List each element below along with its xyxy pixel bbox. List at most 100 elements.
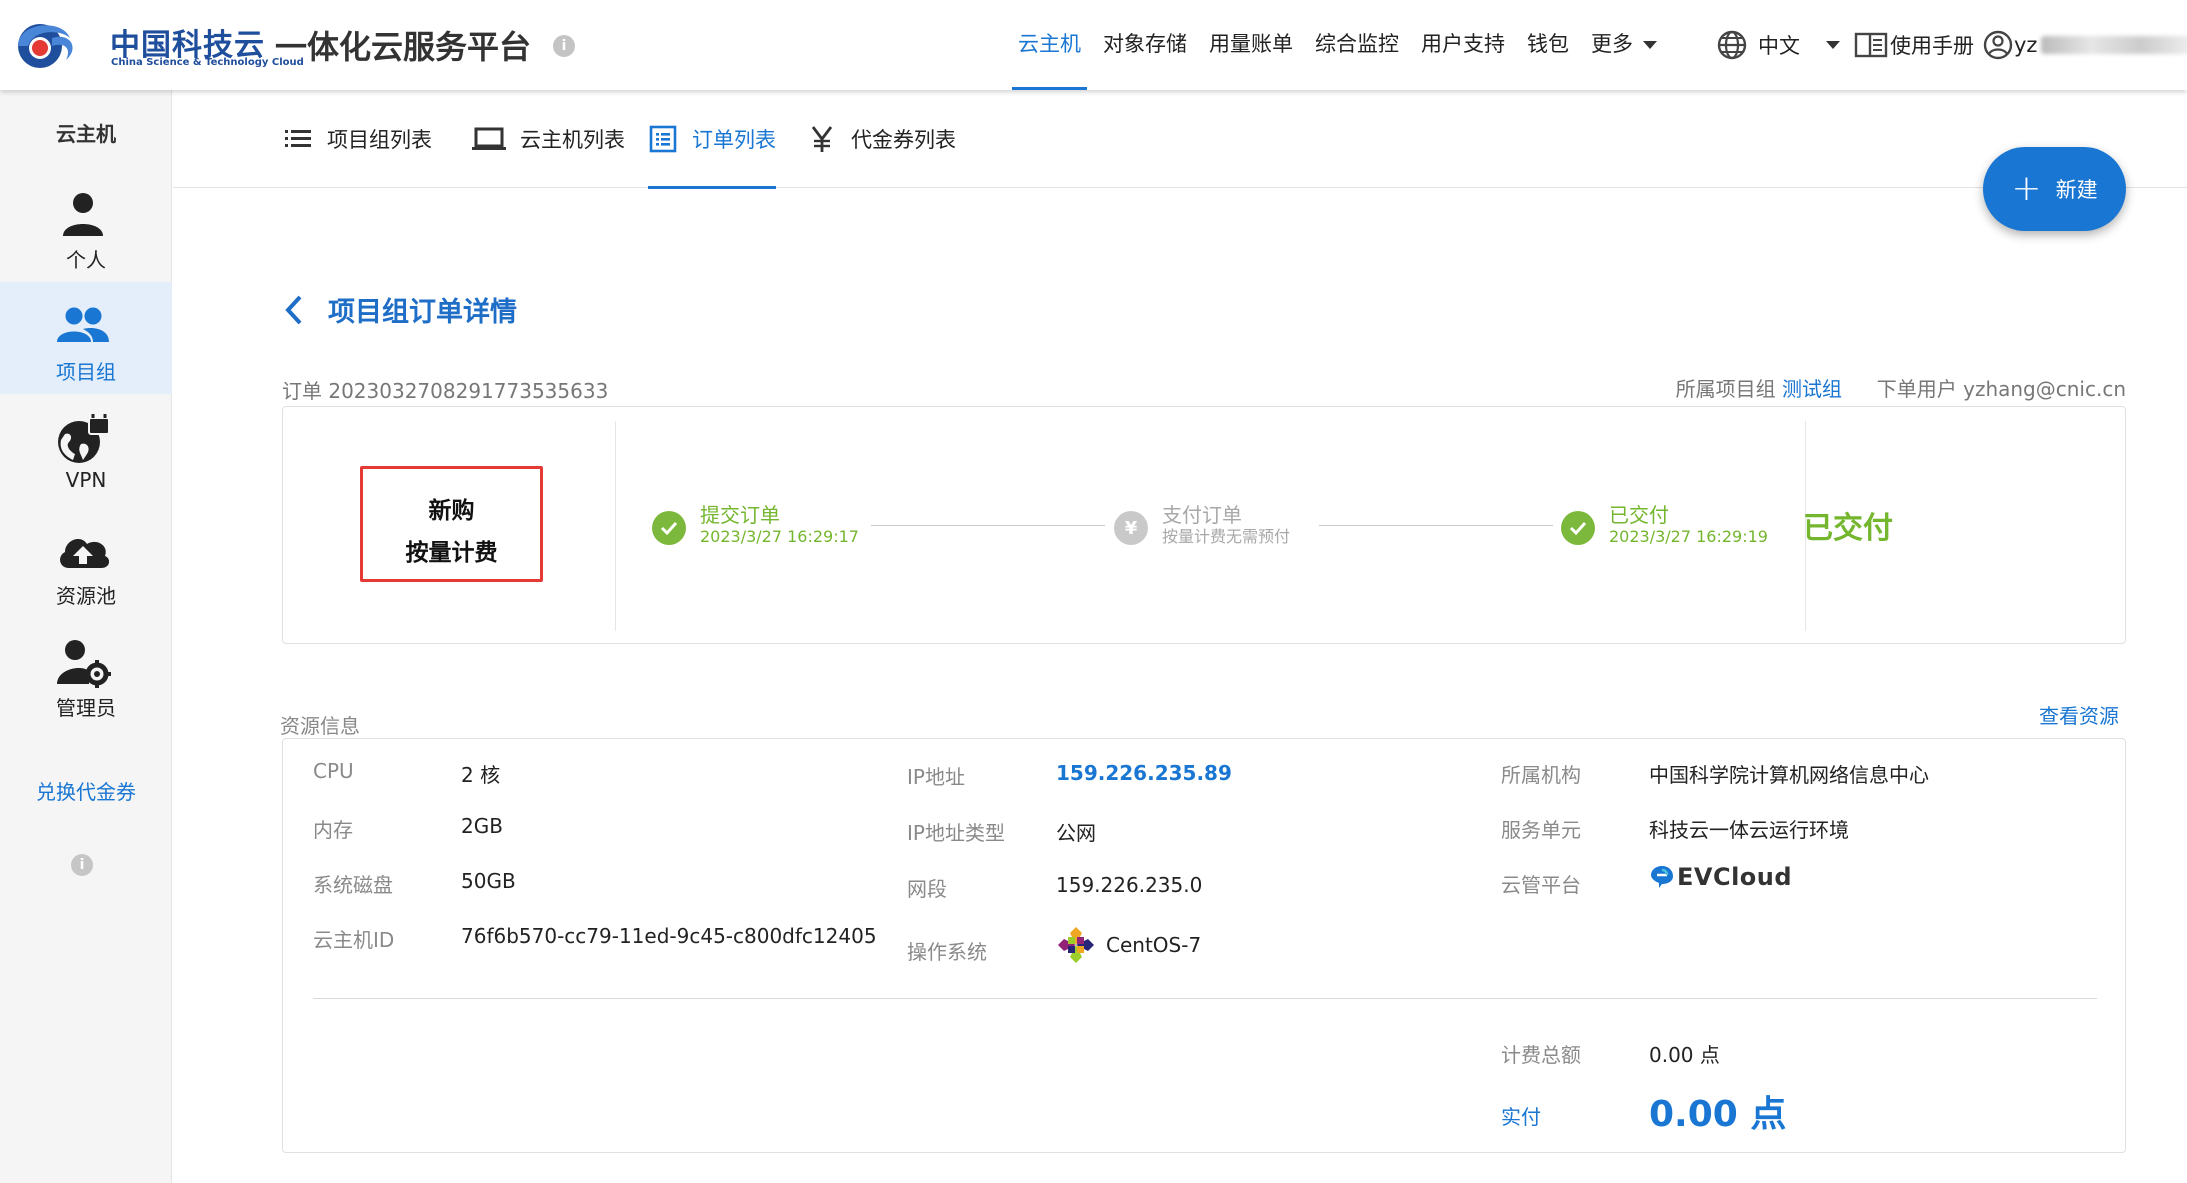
cloud-platform-label: 云管平台: [1501, 873, 1581, 897]
cpu-label: CPU: [313, 759, 354, 783]
order-number: 订单 2023032708291773535633: [282, 375, 608, 404]
tab-cloud-host-list[interactable]: 云主机列表: [472, 90, 625, 188]
os-name: CentOS-7: [1106, 933, 1202, 957]
host-id-label: 云主机ID: [313, 928, 395, 952]
cloud-upload-icon: [60, 538, 110, 568]
nav-more[interactable]: 更多: [1591, 0, 1657, 90]
organization-value: 中国科学院计算机网络信息中心: [1649, 763, 1929, 787]
manual-link[interactable]: 使用手册: [1854, 0, 1974, 90]
orderer-label: 下单用户: [1876, 377, 1957, 401]
manual-label: 使用手册: [1890, 34, 1974, 58]
segment-label: 网段: [907, 877, 947, 901]
step-title: 支付订单: [1162, 503, 1242, 527]
yen-circle-icon: ¥: [1114, 511, 1148, 545]
sidebar-item-label: 资源池: [56, 584, 116, 608]
service-unit-value: 科技云一体云运行环境: [1649, 818, 1849, 842]
plus-icon: +: [2011, 168, 2042, 209]
order-number-value: 2023032708291773535633: [328, 379, 609, 403]
sidebar-item-resource-pool[interactable]: 资源池: [0, 506, 172, 618]
info-icon[interactable]: i: [553, 35, 575, 57]
total-fee-label: 计费总额: [1501, 1043, 1581, 1067]
user-menu[interactable]: yz: [1982, 0, 2187, 90]
nav-monitoring[interactable]: 综合监控: [1315, 0, 1399, 90]
paid-label: 实付: [1501, 1105, 1541, 1129]
sidebar-item-label: 项目组: [56, 360, 116, 384]
sidebar-item-label: 个人: [66, 248, 106, 272]
chevron-down-icon: [1643, 41, 1657, 49]
divider: [615, 421, 616, 631]
redeem-voucher-link[interactable]: 兑换代金券: [0, 776, 172, 805]
order-status: 已交付: [1803, 511, 1893, 546]
tab-label: 项目组列表: [327, 128, 432, 152]
language-label: 中文: [1758, 34, 1800, 58]
sidebar: 云主机 个人 项目组 VPN 资源池 管理员 兑换代金券 i: [0, 90, 172, 1183]
step-connector: [871, 525, 1105, 526]
os-value: CentOS-7: [1056, 925, 1201, 965]
globe-icon: [1717, 30, 1747, 60]
view-resource-link[interactable]: 查看资源: [2039, 700, 2119, 729]
tab-voucher-list[interactable]: 代金券列表: [807, 90, 956, 188]
check-circle-icon: [652, 511, 686, 545]
book-icon: [1854, 32, 1888, 58]
memory-label: 内存: [313, 818, 353, 842]
cloud-platform-value: EVCloud: [1649, 863, 1792, 891]
sidebar-item-vpn[interactable]: VPN: [0, 394, 172, 506]
centos-icon: [1058, 927, 1094, 963]
order-meta: 所属项目组 测试组 下单用户 yzhang@cnic.cn: [1676, 373, 2126, 402]
tab-project-group-list[interactable]: 项目组列表: [283, 90, 432, 188]
nav-cloud-host[interactable]: 云主机: [1012, 0, 1087, 90]
sidebar-item-project-group[interactable]: 项目组: [0, 282, 172, 394]
sidebar-item-label: 管理员: [56, 696, 116, 720]
system-disk-value: 50GB: [461, 869, 516, 893]
chevron-left-icon: [285, 295, 302, 324]
sub-tabs: 项目组列表 云主机列表 订单列表 代金券列表: [173, 90, 2187, 189]
sidebar-item-admin[interactable]: 管理员: [0, 618, 172, 730]
nav-user-support[interactable]: 用户支持: [1421, 0, 1505, 90]
language-selector[interactable]: 中文: [1716, 0, 1840, 90]
create-button[interactable]: + 新建: [1983, 147, 2126, 231]
main-nav: 云主机 对象存储 用量账单 综合监控 用户支持 钱包 更多: [1012, 0, 1679, 90]
account-circle-icon: [1983, 30, 2013, 60]
evcloud-logo-icon: [1651, 866, 1673, 888]
vpn-icon: [58, 414, 110, 463]
divider: [313, 998, 2097, 999]
resource-section-title: 资源信息: [280, 714, 360, 738]
os-label: 操作系统: [907, 940, 987, 964]
service-unit-label: 服务单元: [1501, 818, 1581, 842]
top-header: 中国科技云 China Science & Technology Cloud 一…: [0, 0, 2187, 90]
project-group-link[interactable]: 测试组: [1782, 377, 1842, 401]
tab-label: 云主机列表: [520, 128, 625, 152]
laptop-icon: [472, 127, 506, 150]
order-type: 新购: [428, 498, 475, 524]
nav-usage-bill[interactable]: 用量账单: [1209, 0, 1293, 90]
ip-value[interactable]: 159.226.235.89: [1056, 761, 1232, 785]
order-status-card: 新购 按量计费 提交订单 2023/3/27 16:29:17 ¥ 支付订单 按…: [282, 406, 2126, 644]
check-circle-icon: [1561, 511, 1595, 545]
nav-wallet[interactable]: 钱包: [1527, 0, 1569, 90]
project-group-label: 所属项目组: [1675, 377, 1776, 401]
system-disk-label: 系统磁盘: [313, 873, 393, 897]
user-name: yz: [2014, 33, 2038, 57]
create-button-label: 新建: [2055, 178, 2098, 202]
chevron-down-icon: [1826, 41, 1840, 49]
info-icon[interactable]: i: [71, 854, 93, 876]
total-fee-value: 0.00 点: [1649, 1043, 1720, 1067]
platform-title: 一体化云服务平台: [275, 28, 532, 66]
back-header[interactable]: 项目组订单详情: [282, 290, 517, 329]
admin-icon: [57, 640, 111, 688]
yen-icon: [811, 126, 833, 152]
cstcloud-logo-icon[interactable]: [10, 12, 116, 78]
group-icon: [57, 307, 109, 342]
memory-value: 2GB: [461, 814, 503, 838]
page-title: 项目组订单详情: [328, 297, 517, 328]
order-number-label: 订单: [282, 379, 322, 403]
nav-object-storage[interactable]: 对象存储: [1103, 0, 1187, 90]
cloud-platform-name: EVCloud: [1677, 863, 1793, 891]
list-icon: [285, 130, 311, 147]
segment-value: 159.226.235.0: [1056, 873, 1203, 897]
tab-label: 代金券列表: [851, 128, 956, 152]
organization-label: 所属机构: [1501, 763, 1581, 787]
sidebar-item-personal[interactable]: 个人: [0, 170, 172, 282]
tab-order-list[interactable]: 订单列表: [648, 90, 776, 189]
user-name-redacted: [2041, 36, 2187, 54]
